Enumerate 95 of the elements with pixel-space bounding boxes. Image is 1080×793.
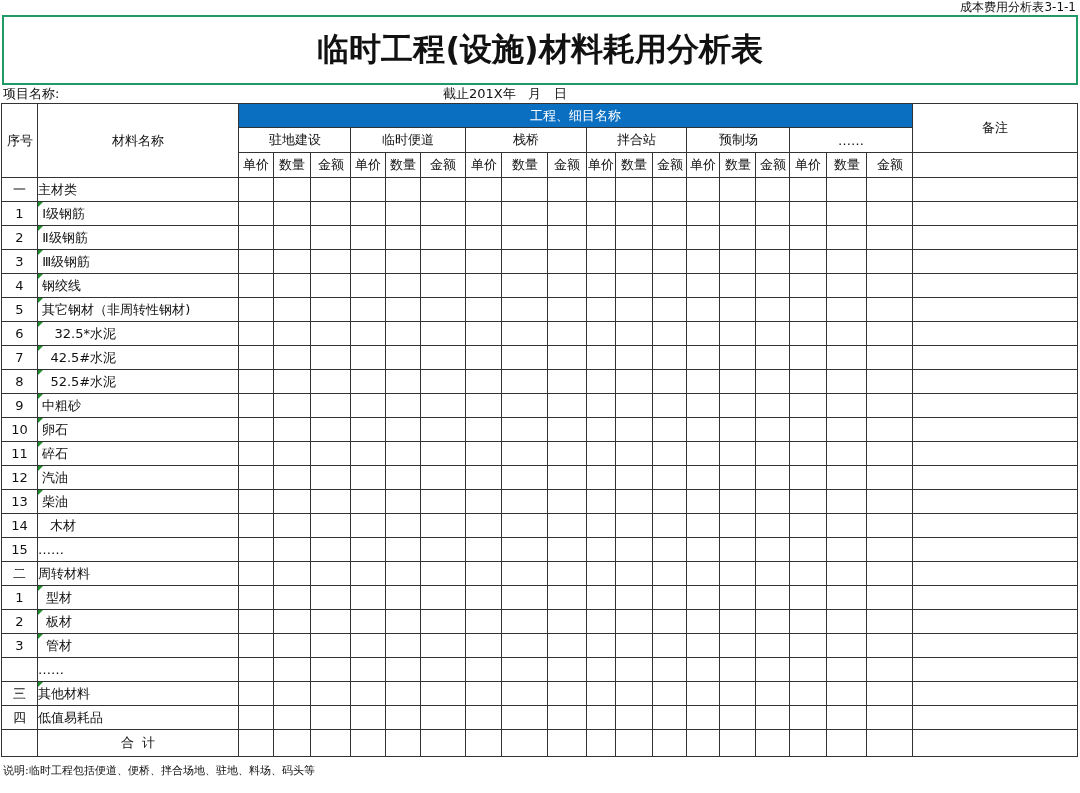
cell-marker-icon	[38, 298, 43, 303]
cell-marker-icon	[38, 202, 43, 207]
project-label: 项目名称:	[3, 85, 61, 103]
table-cell: 卵石	[37, 417, 239, 442]
table-cell: 12	[1, 465, 38, 490]
table-cell: 5	[1, 297, 38, 322]
header-cell: 数量	[719, 152, 756, 178]
table-cell: 7	[1, 345, 38, 370]
header-cell: 金额	[755, 152, 790, 178]
table-cell: 3	[1, 633, 38, 658]
table-cell: 42.5#水泥	[37, 345, 239, 370]
table-cell: 中粗砂	[37, 393, 239, 418]
table-cell: 1	[1, 585, 38, 610]
table-cell: 15	[1, 537, 38, 562]
table-cell: 32.5*水泥	[37, 321, 239, 346]
table-cell: 木材	[37, 513, 239, 538]
cell-marker-icon	[38, 442, 43, 447]
table-cell: 二	[1, 561, 38, 586]
header-cell: 金额	[866, 152, 913, 178]
table-cell: 周转材料	[37, 561, 239, 586]
table-cell: 型材	[37, 585, 239, 610]
table-cell: 14	[1, 513, 38, 538]
table-cell: 4	[1, 273, 38, 298]
table-cell: 四	[1, 705, 38, 730]
header-cell: 驻地建设	[238, 127, 351, 153]
cell-marker-icon	[38, 466, 43, 471]
header-cell: 栈桥	[465, 127, 587, 153]
table-cell: 6	[1, 321, 38, 346]
table-cell: ……	[37, 657, 239, 682]
date-label: 截止201X年 月 日	[443, 85, 568, 103]
form-code: 成本费用分析表3-1-1	[960, 0, 1076, 15]
header-cell: 数量	[826, 152, 867, 178]
table-cell: 2	[1, 609, 38, 634]
cell-marker-icon	[38, 394, 43, 399]
header-cell: 单价	[350, 152, 386, 178]
table-cell: 一	[1, 177, 38, 202]
header-cell: 金额	[547, 152, 587, 178]
table-cell: 1	[1, 201, 38, 226]
table-cell: Ⅱ级钢筋	[37, 225, 239, 250]
table-cell: 13	[1, 489, 38, 514]
table-cell: 主材类	[37, 177, 239, 202]
header-cell: 序号	[1, 103, 38, 178]
cell-marker-icon	[38, 274, 43, 279]
table-cell: 其它钢材（非周转性钢材)	[37, 297, 239, 322]
table-cell: 9	[1, 393, 38, 418]
sheet-title: 临时工程(设施)材料耗用分析表	[317, 29, 763, 70]
header-cell: 单价	[586, 152, 616, 178]
header-cell: 单价	[686, 152, 720, 178]
cell-marker-icon	[38, 322, 43, 327]
table-cell: 其他材料	[37, 681, 239, 706]
header-cell: 单价	[789, 152, 827, 178]
header-cell: 材料名称	[37, 103, 239, 178]
header-cell: 拌合站	[586, 127, 687, 153]
header-cell: 金额	[310, 152, 351, 178]
table-cell: 钢绞线	[37, 273, 239, 298]
header-cell: 数量	[501, 152, 548, 178]
cell-marker-icon	[38, 346, 43, 351]
header-cell: 数量	[615, 152, 653, 178]
table-cell: 52.5#水泥	[37, 369, 239, 394]
cell-marker-icon	[38, 226, 43, 231]
table-cell: 3	[1, 249, 38, 274]
cell-marker-icon	[38, 682, 43, 687]
table-cell: 11	[1, 441, 38, 466]
table-cell: 碎石	[37, 441, 239, 466]
cell-marker-icon	[38, 586, 43, 591]
cell-marker-icon	[38, 418, 43, 423]
cell-marker-icon	[38, 250, 43, 255]
header-cell: 数量	[273, 152, 311, 178]
header-cell: 数量	[385, 152, 421, 178]
header-cell: 金额	[652, 152, 687, 178]
table-cell: 三	[1, 681, 38, 706]
cell-marker-icon	[38, 634, 43, 639]
table-cell: 10	[1, 417, 38, 442]
cell-marker-icon	[38, 370, 43, 375]
header-cell: 预制场	[686, 127, 790, 153]
header-cell: 金额	[420, 152, 466, 178]
table-cell: 柴油	[37, 489, 239, 514]
header-cell: 工程、细目名称	[238, 103, 913, 128]
cell-marker-icon	[38, 490, 43, 495]
header-cell: 单价	[465, 152, 502, 178]
table-cell: 2	[1, 225, 38, 250]
cell-marker-icon	[38, 610, 43, 615]
table-cell: 管材	[37, 633, 239, 658]
table-cell: 合 计	[37, 729, 239, 757]
table-cell: ……	[37, 537, 239, 562]
header-cell: 备注	[912, 103, 1078, 153]
table-cell: 汽油	[37, 465, 239, 490]
table-cell: 板材	[37, 609, 239, 634]
table-cell: 8	[1, 369, 38, 394]
table-cell: Ⅲ级钢筋	[37, 249, 239, 274]
table-cell: 低值易耗品	[37, 705, 239, 730]
header-cell: 临时便道	[350, 127, 466, 153]
footnote: 说明:临时工程包括便道、便桥、拌合场地、驻地、料场、码头等	[2, 763, 316, 779]
table-cell: Ⅰ级钢筋	[37, 201, 239, 226]
header-cell: 单价	[238, 152, 274, 178]
